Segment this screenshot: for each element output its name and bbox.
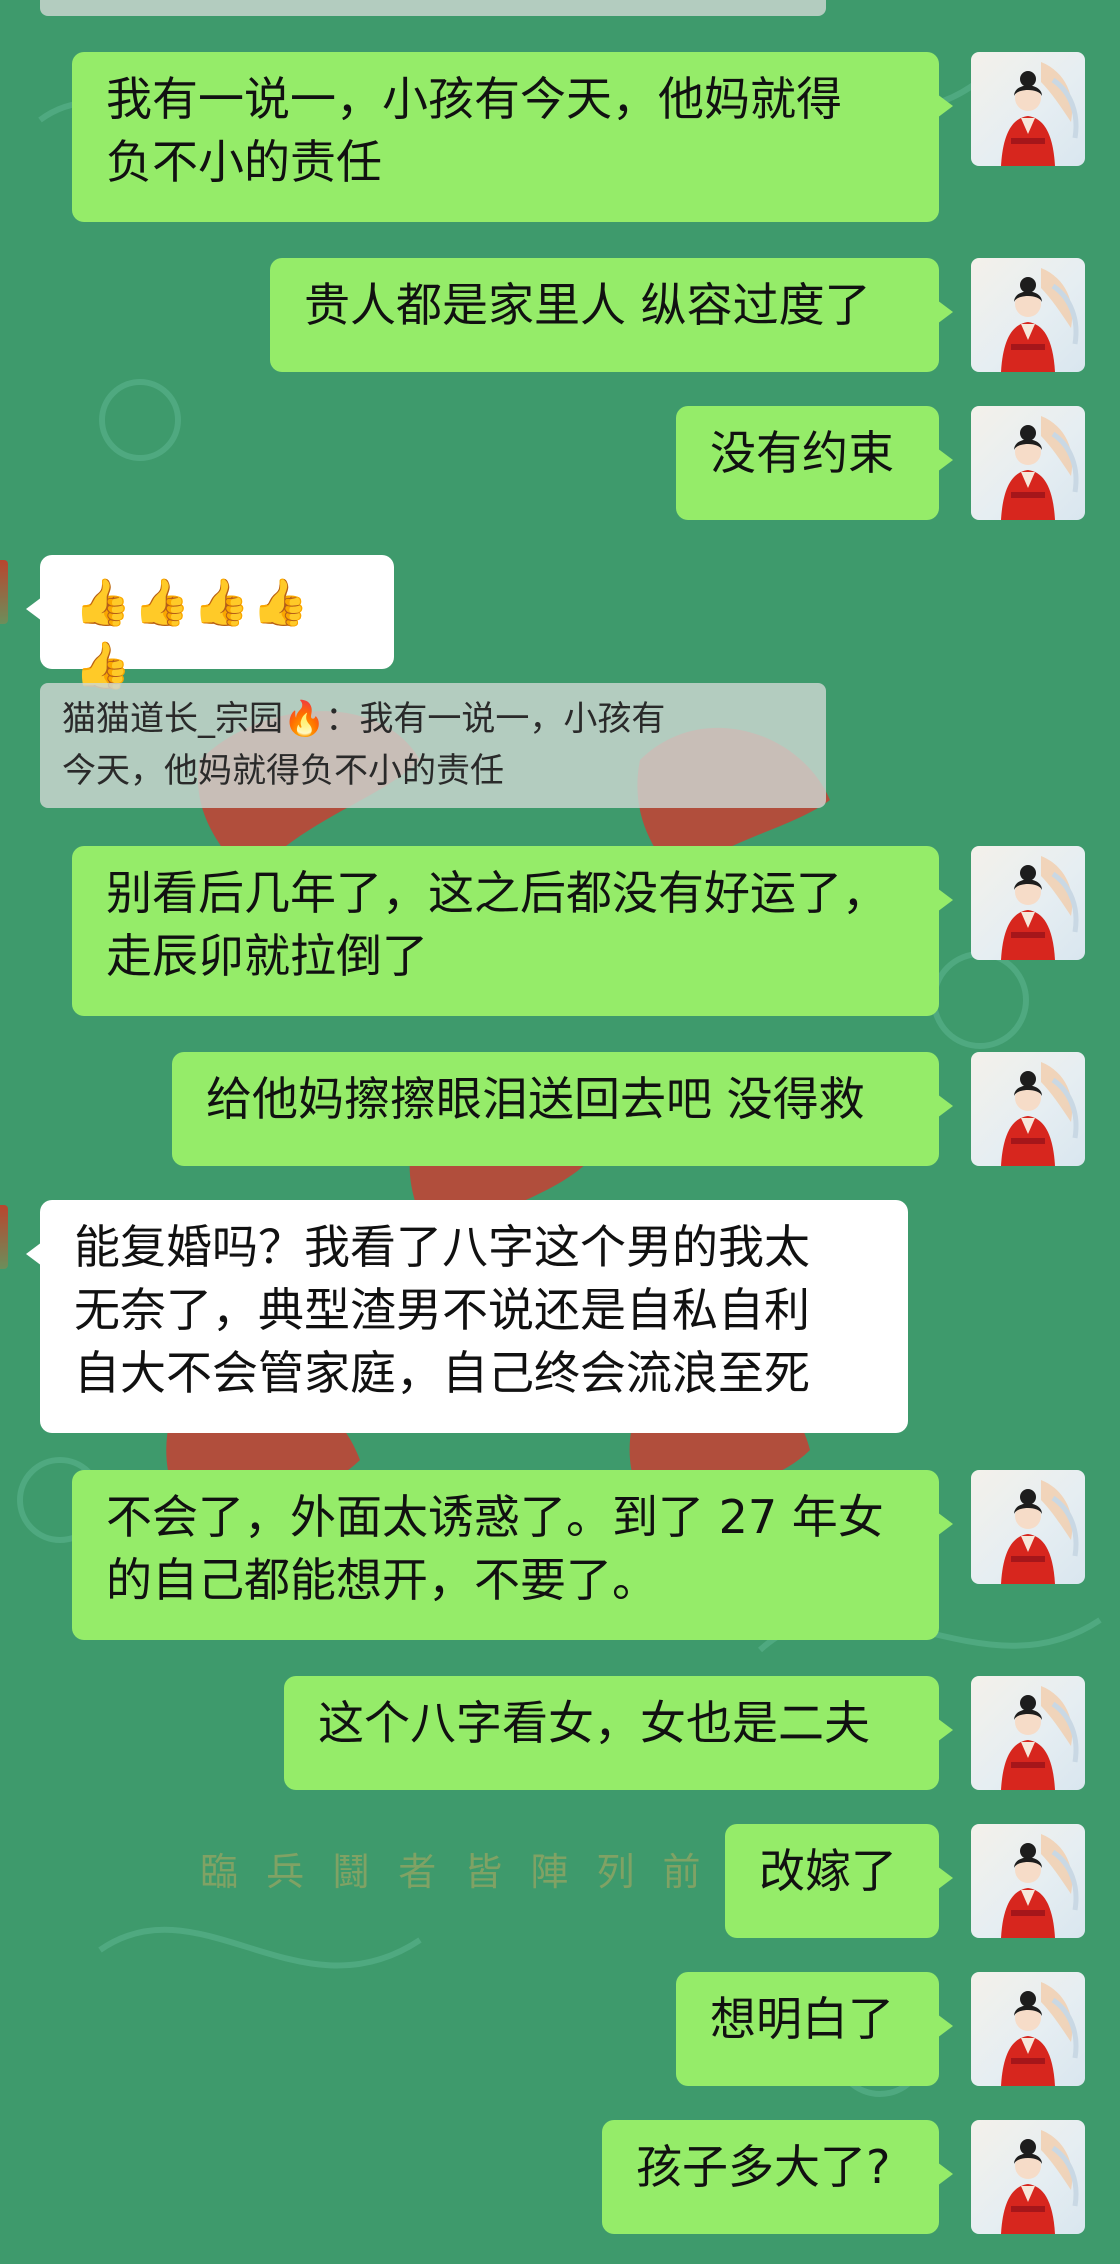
quoted-text: 猫猫道长_宗园🔥：我有一说一，小孩有 今天，他妈就得负不小的责任 (62, 699, 666, 791)
self-avatar[interactable] (971, 406, 1085, 520)
outgoing-message[interactable]: 孩子多大了? (602, 2120, 953, 2234)
outgoing-message[interactable]: 想明白了 (676, 1972, 953, 2086)
message-text: 别看后几年了，这之后都没有好运了， 走辰卯就拉倒了 (106, 866, 888, 983)
message-text: 贵人都是家里人 纵容过度了 (304, 278, 871, 332)
outgoing-message[interactable]: 别看后几年了，这之后都没有好运了， 走辰卯就拉倒了 (72, 846, 953, 1016)
message-text: 孩子多大了? (636, 2140, 891, 2194)
message-text: 改嫁了 (759, 1844, 897, 1898)
outgoing-message[interactable]: 不会了，外面太诱惑了。到了 27 年女 的自己都能想开，不要了。 (72, 1470, 953, 1640)
message-text: 给他妈擦擦眼泪送回去吧 没得救 (206, 1072, 865, 1126)
contact-avatar-edge[interactable] (0, 1205, 8, 1269)
message-text: 没有约束 (710, 426, 894, 480)
self-avatar[interactable] (971, 258, 1085, 372)
message-text: 能复婚吗？我看了八字这个男的我太 无奈了，典型渣男不说还是自私自利 自大不会管家… (74, 1220, 810, 1400)
self-avatar[interactable] (971, 846, 1085, 960)
self-avatar[interactable] (971, 1052, 1085, 1166)
woman-in-red-hanfu-icon (1001, 856, 1079, 960)
message-text: 我有一说一，小孩有今天，他妈就得 负不小的责任 (106, 72, 842, 189)
woman-in-red-hanfu-icon (1001, 62, 1079, 166)
message-text: 这个八字看女，女也是二夫 (318, 1696, 870, 1750)
woman-in-red-hanfu-icon (1001, 2130, 1079, 2234)
woman-in-red-hanfu-icon (1001, 1062, 1079, 1166)
woman-in-red-hanfu-icon (1001, 1686, 1079, 1790)
self-avatar[interactable] (971, 1676, 1085, 1790)
previous-quote-block-edge (40, 0, 826, 16)
background-seal-text: 臨 兵 鬪 者 皆 陣 列 前 (200, 1850, 709, 1894)
outgoing-message[interactable]: 这个八字看女，女也是二夫 (284, 1676, 953, 1790)
outgoing-message[interactable]: 没有约束 (676, 406, 953, 520)
incoming-message[interactable]: 能复婚吗？我看了八字这个男的我太 无奈了，典型渣男不说还是自私自利 自大不会管家… (26, 1200, 908, 1433)
woman-in-red-hanfu-icon (1001, 268, 1079, 372)
woman-in-red-hanfu-icon (1001, 1982, 1079, 2086)
woman-in-red-hanfu-icon (1001, 1480, 1079, 1584)
self-avatar[interactable] (971, 2120, 1085, 2234)
quoted-message-block[interactable]: 猫猫道长_宗园🔥：我有一说一，小孩有 今天，他妈就得负不小的责任 (40, 683, 826, 808)
outgoing-message[interactable]: 改嫁了 (725, 1824, 953, 1938)
self-avatar[interactable] (971, 1824, 1085, 1938)
woman-in-red-hanfu-icon (1001, 416, 1079, 520)
outgoing-message[interactable]: 贵人都是家里人 纵容过度了 (270, 258, 953, 372)
woman-in-red-hanfu-icon (1001, 1834, 1079, 1938)
contact-avatar-edge[interactable] (0, 560, 8, 624)
self-avatar[interactable] (971, 52, 1085, 166)
message-text: 想明白了 (710, 1992, 894, 2046)
self-avatar[interactable] (971, 1972, 1085, 2086)
self-avatar[interactable] (971, 1470, 1085, 1584)
outgoing-message[interactable]: 我有一说一，小孩有今天，他妈就得 负不小的责任 (72, 52, 953, 222)
outgoing-message[interactable]: 给他妈擦擦眼泪送回去吧 没得救 (172, 1052, 953, 1166)
incoming-message[interactable]: 👍👍👍👍👍 (26, 555, 394, 692)
message-text: 不会了，外面太诱惑了。到了 27 年女 的自己都能想开，不要了。 (106, 1490, 884, 1607)
